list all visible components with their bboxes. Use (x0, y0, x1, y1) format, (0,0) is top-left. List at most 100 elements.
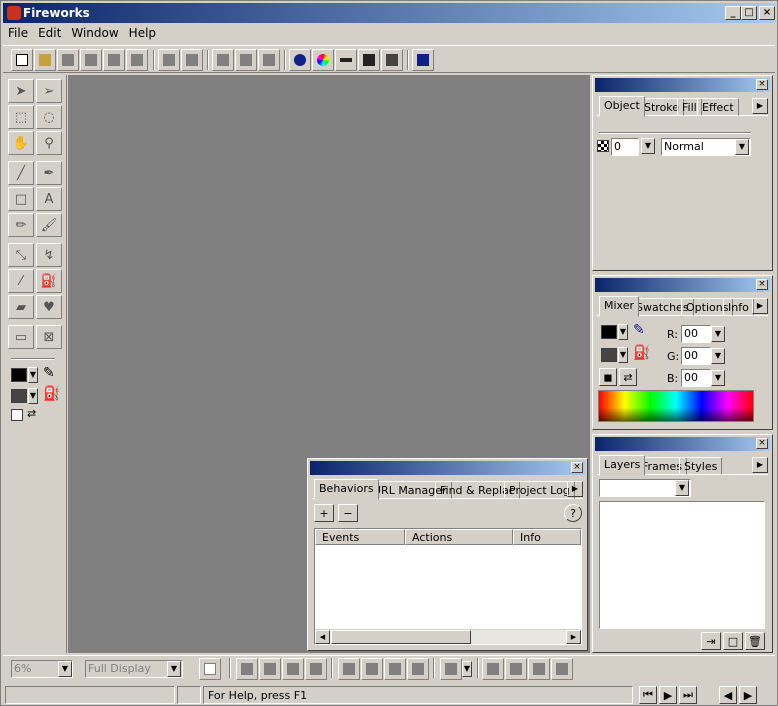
pencil-tool-icon[interactable]: ✏ (8, 213, 34, 237)
default-colors-icon[interactable]: ◼ (599, 368, 617, 386)
chevron-down-icon[interactable]: ▼ (618, 347, 628, 363)
chevron-down-icon[interactable]: ▼ (711, 326, 725, 342)
chevron-down-icon[interactable]: ▼ (462, 661, 472, 677)
swap-colors-icon[interactable]: ⇄ (619, 368, 637, 386)
panel-menu-icon[interactable]: ▶ (567, 481, 583, 497)
eyedropper-tool-icon[interactable]: ⁄ (8, 269, 34, 293)
pointer-tool-icon[interactable]: ➤ (8, 79, 34, 103)
brush-tool-icon[interactable]: 🖌 (36, 213, 62, 237)
menu-edit[interactable]: Edit (33, 23, 66, 43)
save-icon[interactable] (57, 49, 79, 71)
redo-icon[interactable] (181, 49, 203, 71)
split-icon[interactable] (305, 658, 327, 680)
scroll-left-icon[interactable]: ◀ (315, 630, 330, 644)
bring-forward-icon[interactable] (361, 658, 383, 680)
ungroup-icon[interactable] (259, 658, 281, 680)
rectangle-tool-icon[interactable]: □ (8, 187, 34, 211)
panel-menu-icon[interactable]: ▶ (752, 457, 768, 473)
fill-color-swatch[interactable] (601, 348, 617, 362)
chevron-down-icon[interactable]: ▼ (618, 324, 628, 340)
default-colors-icon[interactable] (11, 409, 23, 421)
chevron-down-icon[interactable]: ▼ (28, 388, 38, 404)
next-frame-icon[interactable]: ▶ (739, 686, 757, 704)
close-icon[interactable]: × (756, 279, 768, 290)
chevron-down-icon[interactable]: ▼ (167, 661, 181, 677)
stroke-color-swatch[interactable] (11, 368, 27, 382)
layers-icon[interactable] (381, 49, 403, 71)
bring-to-front-icon[interactable] (338, 658, 360, 680)
rotate-ccw-icon[interactable] (482, 658, 504, 680)
send-to-back-icon[interactable] (407, 658, 429, 680)
info-icon[interactable] (289, 49, 311, 71)
column-header-info[interactable]: Info (513, 529, 581, 545)
menu-file[interactable]: File (3, 23, 33, 43)
slice-tool-icon[interactable]: ⊠ (36, 325, 62, 349)
document-properties-icon[interactable] (199, 658, 221, 680)
hand-tool-icon[interactable]: ✋ (8, 131, 34, 155)
opacity-input[interactable]: 0 (611, 138, 639, 156)
stroke-color-swatch[interactable] (601, 325, 617, 339)
pen-tool-icon[interactable]: ✒ (36, 161, 62, 185)
first-frame-icon[interactable]: ⏮ (639, 686, 657, 704)
menu-help[interactable]: Help (124, 23, 161, 43)
column-header-actions[interactable]: Actions (405, 529, 513, 545)
r-input[interactable]: 00 (681, 325, 711, 343)
color-mixer-icon[interactable] (312, 49, 334, 71)
swap-colors-icon[interactable]: ⇄ (27, 407, 36, 420)
tab-layers[interactable]: Layers (599, 455, 646, 476)
add-layer-icon[interactable]: ⇥ (701, 632, 721, 650)
scroll-right-icon[interactable]: ▶ (566, 630, 581, 644)
behaviors-table[interactable]: Events Actions Info ◀ ▶ (314, 528, 582, 645)
layers-list[interactable] (599, 501, 765, 629)
tab-object[interactable]: Object (599, 96, 645, 117)
horizontal-scrollbar[interactable]: ◀ ▶ (315, 629, 581, 644)
chevron-down-icon[interactable]: ▼ (641, 138, 655, 154)
marquee-tool-icon[interactable]: ⬚ (8, 105, 34, 129)
stroke-icon[interactable] (335, 49, 357, 71)
new-frame-icon[interactable]: □ (723, 632, 743, 650)
trash-icon[interactable]: 🗑 (745, 632, 765, 650)
open-icon[interactable] (34, 49, 56, 71)
scrollbar-thumb[interactable] (331, 630, 471, 644)
tab-effect[interactable]: Effect (697, 98, 739, 116)
b-input[interactable]: 00 (681, 369, 711, 387)
new-icon[interactable] (11, 49, 33, 71)
send-backward-icon[interactable] (384, 658, 406, 680)
help-button[interactable]: ? (564, 504, 582, 522)
join-icon[interactable] (282, 658, 304, 680)
tab-info[interactable]: Info (723, 298, 754, 316)
close-icon[interactable]: × (756, 438, 768, 449)
lasso-tool-icon[interactable]: ◌ (36, 105, 62, 129)
freeform-tool-icon[interactable]: ↯ (36, 243, 62, 267)
flip-horizontal-icon[interactable] (528, 658, 550, 680)
print-icon[interactable] (126, 49, 148, 71)
help-icon[interactable] (412, 49, 434, 71)
chevron-down-icon[interactable]: ▼ (28, 367, 38, 383)
tab-behaviors[interactable]: Behaviors (314, 479, 379, 500)
swatches-icon[interactable] (358, 49, 380, 71)
previous-frame-icon[interactable]: ◀ (719, 686, 737, 704)
zoom-tool-icon[interactable]: ⚲ (36, 131, 62, 155)
chevron-down-icon[interactable]: ▼ (711, 348, 725, 364)
fill-color-swatch[interactable] (11, 389, 27, 403)
panel-title-bar[interactable]: × (595, 437, 770, 451)
chevron-down-icon[interactable]: ▼ (58, 661, 72, 677)
undo-icon[interactable] (158, 49, 180, 71)
remove-behavior-button[interactable]: − (338, 504, 358, 522)
copy-icon[interactable] (235, 49, 257, 71)
g-input[interactable]: 00 (681, 347, 711, 365)
chevron-down-icon[interactable]: ▼ (675, 480, 689, 496)
paste-icon[interactable] (258, 49, 280, 71)
panel-menu-icon[interactable]: ▶ (752, 98, 768, 114)
rubber-stamp-tool-icon[interactable]: ♥ (36, 295, 62, 319)
column-header-events[interactable]: Events (315, 529, 405, 545)
cut-icon[interactable] (212, 49, 234, 71)
text-tool-icon[interactable]: A (36, 187, 62, 211)
panel-title-bar[interactable]: × (595, 278, 770, 292)
hotspot-tool-icon[interactable]: ▭ (8, 325, 34, 349)
maximize-button[interactable]: □ (741, 6, 757, 20)
align-icon[interactable] (440, 658, 462, 680)
eraser-tool-icon[interactable]: ▰ (8, 295, 34, 319)
panel-title-bar[interactable]: × (310, 461, 585, 475)
play-icon[interactable]: ▶ (659, 686, 677, 704)
